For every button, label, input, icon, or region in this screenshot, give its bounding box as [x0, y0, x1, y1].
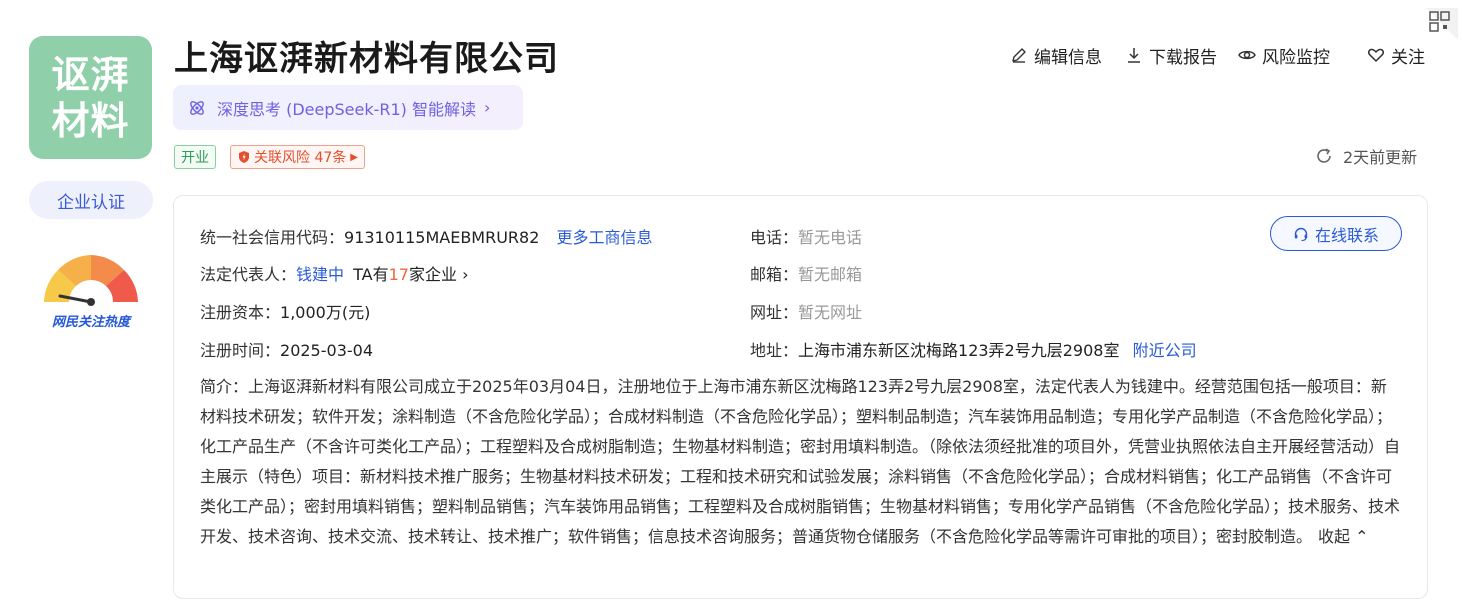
phone-row: 电话：暂无电话 — [750, 224, 862, 248]
refresh-status[interactable]: 2天前更新 — [1315, 144, 1417, 168]
ai-interpret-button[interactable]: 深度思考 (DeepSeek-R1) 智能解读 › — [173, 85, 523, 130]
shield-icon — [239, 151, 249, 163]
pencil-icon — [1012, 48, 1026, 63]
heart-icon — [1367, 48, 1385, 62]
heat-label: 网民关注热度 — [51, 315, 130, 330]
website-row: 网址：暂无网址 — [750, 299, 862, 323]
risk-monitor-button[interactable]: 风险监控 — [1238, 44, 1330, 68]
legal-rep-row: 法定代表人：钱建中 TA有17家企业 › — [200, 261, 468, 285]
download-report-label: 下载报告 — [1149, 47, 1217, 68]
phone-label: 电话： — [750, 228, 799, 247]
caret-right-icon: ▶ — [350, 151, 358, 163]
intro-text: 简介：上海讴湃新材料有限公司成立于2025年03月04日，注册地位于上海市浦东新… — [200, 377, 1401, 546]
website-value: 暂无网址 — [798, 303, 863, 322]
online-contact-label: 在线联系 — [1314, 225, 1379, 245]
credit-code-label: 统一社会信用代码： — [200, 228, 345, 247]
risk-badge[interactable]: 关联风险 47条 ▶ — [230, 145, 365, 169]
qr-code-icon[interactable] — [1426, 8, 1458, 40]
more-business-info-link[interactable]: 更多工商信息 — [557, 228, 653, 247]
follow-label: 关注 — [1391, 47, 1425, 68]
legal-rep-link[interactable]: 钱建中 — [296, 265, 344, 284]
refresh-icon — [1317, 148, 1331, 163]
credit-code-value: 91310115MAEBMRUR82 — [344, 228, 540, 247]
email-value: 暂无邮箱 — [798, 265, 863, 284]
ta-prefix: TA有 — [353, 265, 389, 284]
ta-count: 17 — [388, 265, 409, 284]
company-intro: 简介：上海讴湃新材料有限公司成立于2025年03月04日，注册地位于上海市浦东新… — [200, 372, 1400, 552]
chevron-right-icon: › — [484, 98, 491, 117]
follow-button[interactable]: 关注 — [1367, 44, 1425, 68]
reg-time-value: 2025-03-04 — [280, 341, 373, 360]
logo-text-line1: 讴湃 — [51, 52, 130, 97]
collapse-button[interactable]: 收起 ⌃ — [1318, 527, 1369, 546]
email-row: 邮箱：暂无邮箱 — [750, 261, 862, 285]
website-label: 网址： — [750, 303, 799, 322]
updated-label: 2天前更新 — [1343, 148, 1418, 167]
address-row: 地址：上海市浦东新区沈梅路123弄2号九层2908室 附近公司 — [750, 337, 1197, 361]
headset-icon — [1294, 227, 1308, 241]
legal-rep-label: 法定代表人： — [200, 265, 297, 284]
capital-value: 1,000万(元) — [280, 303, 371, 322]
download-report-button[interactable]: 下载报告 — [1125, 44, 1217, 68]
company-name: 上海讴湃新材料有限公司 — [174, 39, 559, 79]
atom-icon — [190, 100, 204, 115]
capital-label: 注册资本： — [200, 303, 281, 322]
status-badge: 开业 — [174, 145, 216, 169]
reg-time-label: 注册时间： — [200, 341, 281, 360]
ai-interpret-label: 深度思考 (DeepSeek-R1) 智能解读 — [217, 99, 477, 119]
company-logo: 讴湃 材料 — [29, 36, 152, 159]
reg-time-row: 注册时间：2025-03-04 — [200, 337, 373, 361]
edit-info-label: 编辑信息 — [1034, 47, 1102, 68]
enterprise-cert-button[interactable]: 企业认证 — [29, 181, 153, 219]
phone-value: 暂无电话 — [798, 228, 863, 247]
download-icon — [1128, 48, 1140, 63]
chevron-right-icon: › — [462, 265, 469, 284]
risk-badge-label: 关联风险 47条 — [254, 150, 347, 166]
email-label: 邮箱： — [750, 265, 799, 284]
capital-row: 注册资本：1,000万(元) — [200, 299, 370, 323]
online-contact-button[interactable]: 在线联系 — [1270, 216, 1402, 251]
logo-text-line2: 材料 — [51, 98, 130, 143]
nearby-companies-link[interactable]: 附近公司 — [1133, 341, 1197, 360]
ta-companies-link[interactable]: TA有17家企业 › — [353, 265, 468, 284]
address-label: 地址： — [750, 341, 799, 360]
address-value: 上海市浦东新区沈梅路123弄2号九层2908室 — [798, 341, 1120, 360]
edit-info-button[interactable]: 编辑信息 — [1010, 44, 1102, 68]
risk-monitor-label: 风险监控 — [1262, 47, 1330, 68]
ta-suffix: 家企业 — [408, 265, 457, 284]
credit-code-row: 统一社会信用代码：91310115MAEBMRUR82 更多工商信息 — [200, 224, 653, 248]
eye-icon — [1238, 50, 1256, 60]
